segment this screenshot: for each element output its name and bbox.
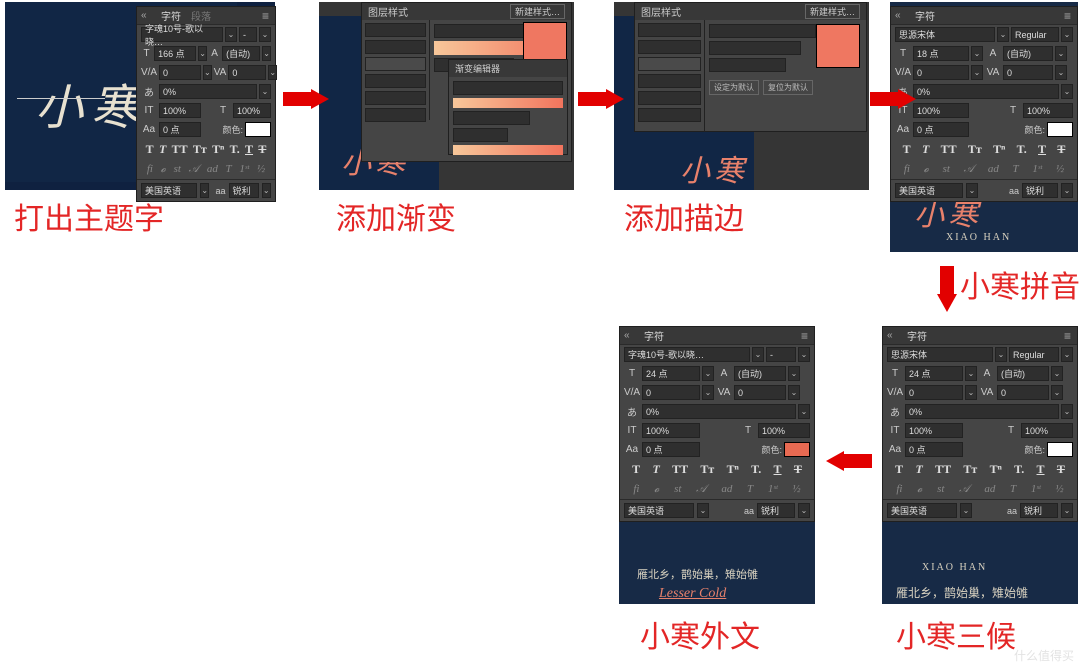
arrow-icon [842, 454, 872, 468]
thumb-step3: 小寒 图层样式新建样式… 设定为默认 复位为默认 [614, 2, 869, 190]
vscale-field[interactable]: 100% [159, 103, 201, 118]
caption-3: 添加描边 [624, 194, 744, 238]
character-panel-5[interactable]: « 字符 ≡ 字魂10号-歌以晓… ⌄ - ⌄ T 24 点 ⌄ A (自动) … [619, 326, 815, 522]
hscale-field[interactable]: 100% [233, 103, 271, 118]
art-text-xiaohan: 小寒 [35, 68, 147, 138]
caption-1: 打出主题字 [14, 194, 164, 238]
font-style-field[interactable]: Regular [1011, 27, 1059, 42]
ratio-field[interactable]: 0% [159, 84, 257, 99]
color-swatch[interactable] [245, 122, 271, 137]
arrow-icon [578, 92, 608, 106]
caption-2: 添加渐变 [336, 194, 456, 238]
stroke-swatch[interactable] [816, 24, 860, 68]
tracking-field[interactable]: 0 [228, 65, 266, 80]
new-style-button[interactable]: 新建样式… [510, 4, 565, 19]
arrow-icon [283, 92, 313, 106]
baseline-icon: Aa [141, 124, 157, 135]
gradient-editor[interactable]: 渐变编辑器 [448, 59, 568, 155]
set-default-button[interactable]: 设定为默认 [709, 80, 759, 95]
sanhou-text: 雁北乡，鹊始巢，雉始雊 [896, 584, 1028, 601]
color-swatch[interactable] [784, 442, 810, 457]
thumb-step2: 小寒 图层样式新建样式… 渐变编辑器 [319, 2, 574, 190]
opentype-buttons[interactable]: fi𝓸st𝒜adT1ˢᵗ½ [137, 160, 275, 179]
color-swatch[interactable] [1047, 122, 1073, 137]
watermark: 什么值得买 [1014, 647, 1074, 664]
character-panel-4[interactable]: « 字符 ≡ 思源宋体 ⌄ Regular ⌄ T 18 点 ⌄ A (自动) … [890, 6, 1078, 202]
ratio-icon: あ [141, 84, 157, 99]
font-size-field[interactable]: 166 点 [154, 46, 196, 61]
leading-icon: A [209, 48, 220, 59]
panel-menu-icon[interactable]: ≡ [262, 9, 269, 23]
color-label: 颜色: [222, 123, 243, 136]
font-family-field[interactable]: 字魂10号-歌以晓… [141, 27, 223, 42]
close-icon[interactable]: « [141, 10, 147, 21]
aa-label: aa [215, 186, 225, 196]
lesser-cold-text: Lesser Cold [659, 586, 726, 602]
arrow-icon [870, 92, 900, 106]
font-style-field[interactable]: - [239, 27, 257, 42]
font-family-field[interactable]: 思源宋体 [895, 27, 995, 42]
layer-style-dialog-stroke[interactable]: 图层样式新建样式… 设定为默认 复位为默认 [634, 2, 867, 132]
character-panel-1[interactable]: « 字符 段落 ≡ 字魂10号-歌以晓… ⌄ - ⌄ T 166 点 ⌄ A (… [136, 6, 276, 202]
leading-field[interactable]: (自动) [222, 46, 260, 61]
art-text-xiaohan: 小寒 [680, 146, 748, 190]
baseline-field[interactable]: 0 点 [159, 122, 201, 137]
reset-default-button[interactable]: 复位为默认 [763, 80, 813, 95]
kerning-field[interactable]: 0 [159, 65, 201, 80]
caption-6: 小寒三候 [896, 612, 1016, 656]
caption-4: 小寒拼音 [960, 262, 1080, 306]
chevron-down-icon[interactable]: ⌄ [259, 27, 271, 42]
chevron-down-icon[interactable]: ⌄ [225, 27, 237, 42]
hscale-icon: T [215, 105, 231, 116]
kerning-icon: V/A [141, 67, 157, 78]
character-panel-6[interactable]: « 字符 ≡ 思源宋体 ⌄ Regular ⌄ T 24 点 ⌄ A (自动) … [882, 326, 1078, 522]
font-size-icon: T [141, 48, 152, 59]
pinyin-text: XIAO HAN [946, 232, 1011, 243]
vscale-icon: IT [141, 105, 157, 116]
font-size-icon: T [895, 48, 911, 59]
ls-effect-item[interactable] [365, 23, 426, 37]
type-style-buttons[interactable]: TTTTTᴛTⁿT.TT [137, 139, 275, 160]
arrow-icon [940, 266, 954, 296]
caption-5: 小寒外文 [640, 612, 760, 656]
tracking-icon: VA [214, 67, 227, 78]
antialias-field[interactable]: 锐利 [229, 183, 259, 198]
layer-style-dialog-gradient[interactable]: 图层样式新建样式… 渐变编辑器 [361, 2, 572, 162]
color-swatch[interactable] [1047, 442, 1073, 457]
